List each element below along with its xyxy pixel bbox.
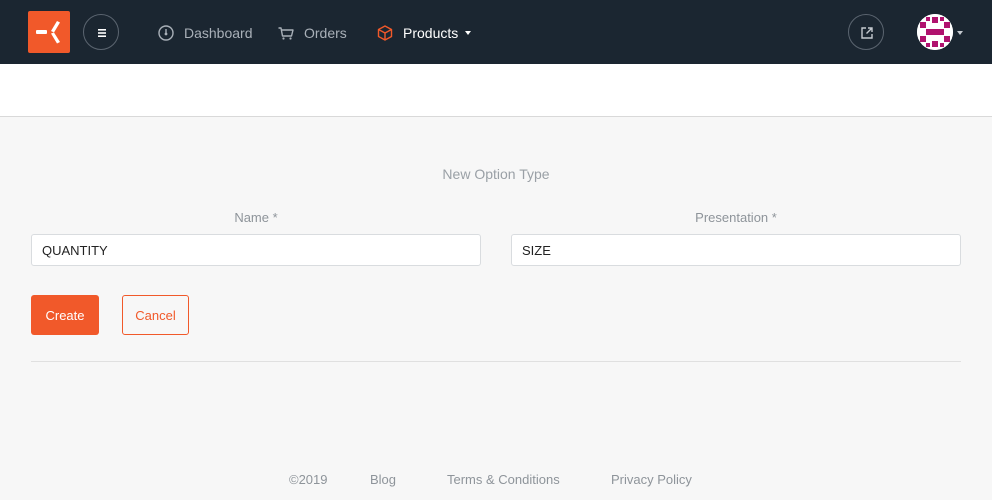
create-button[interactable]: Create bbox=[31, 295, 99, 335]
nav-label-products: Products bbox=[403, 25, 459, 41]
nav-item-orders[interactable]: Orders bbox=[277, 22, 347, 44]
hamburger-menu-icon bbox=[98, 29, 106, 37]
presentation-label: Presentation * bbox=[695, 210, 777, 225]
box-icon bbox=[376, 24, 394, 42]
chevron-down-icon[interactable] bbox=[957, 31, 963, 35]
nav-label-orders: Orders bbox=[304, 25, 347, 41]
page-subheader bbox=[0, 64, 992, 117]
form-divider bbox=[31, 361, 961, 362]
open-storefront-button[interactable] bbox=[848, 14, 884, 50]
footer-copyright: ©2019 bbox=[289, 472, 328, 487]
name-label: Name * bbox=[234, 210, 278, 225]
nav-label-dashboard: Dashboard bbox=[184, 25, 253, 41]
nav-item-dashboard[interactable]: Dashboard bbox=[157, 22, 253, 44]
nav-item-products[interactable]: Products bbox=[376, 22, 472, 44]
top-navbar: Dashboard Orders Products bbox=[0, 0, 992, 64]
footer-link-terms[interactable]: Terms & Conditions bbox=[447, 472, 560, 487]
avatar[interactable] bbox=[917, 14, 953, 50]
cancel-button[interactable]: Cancel bbox=[122, 295, 189, 335]
menu-toggle-button[interactable] bbox=[83, 14, 119, 50]
speedometer-icon bbox=[157, 24, 175, 42]
external-link-icon bbox=[861, 27, 873, 39]
page-title: New Option Type bbox=[442, 166, 550, 182]
name-field[interactable] bbox=[31, 234, 481, 266]
presentation-field[interactable] bbox=[511, 234, 961, 266]
footer-link-privacy[interactable]: Privacy Policy bbox=[611, 472, 692, 487]
footer-link-blog[interactable]: Blog bbox=[370, 472, 396, 487]
cart-icon bbox=[277, 24, 295, 42]
chevron-down-icon bbox=[465, 31, 472, 35]
pinwheel-logo-icon[interactable] bbox=[28, 11, 70, 53]
